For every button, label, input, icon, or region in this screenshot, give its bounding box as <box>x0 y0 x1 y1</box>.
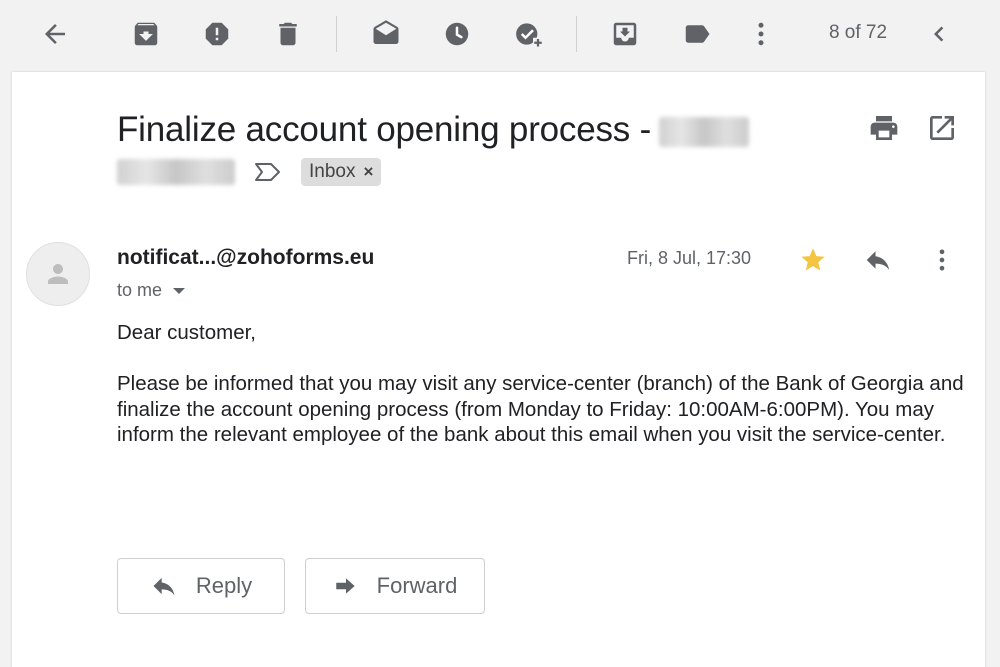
labels-button[interactable] <box>679 16 715 52</box>
print-icon <box>870 116 898 140</box>
reply-icon <box>153 577 175 596</box>
forward-label: Forward <box>376 573 458 598</box>
move-to-button[interactable] <box>607 16 643 52</box>
avatar[interactable] <box>26 242 90 306</box>
forward-button[interactable]: Forward <box>305 558 485 614</box>
sender-address[interactable]: notificat...@zohoforms.eu <box>117 246 374 270</box>
label-chip-inbox[interactable]: Inbox × <box>301 158 382 186</box>
subject-line: Finalize account opening process - <box>117 110 750 150</box>
message-date: Fri, 8 Jul, 17:30 <box>627 248 752 268</box>
envelope-open-icon <box>373 20 399 44</box>
delete-button[interactable] <box>270 16 306 52</box>
recipient-text: to me <box>117 280 163 300</box>
label-icon <box>685 25 710 43</box>
person-icon <box>48 264 68 284</box>
remove-label-icon[interactable]: × <box>363 162 373 182</box>
caret-down-icon <box>173 287 186 294</box>
reply-icon-button[interactable] <box>862 244 894 276</box>
redacted-name-2 <box>117 159 235 185</box>
open-in-new-window-button[interactable] <box>926 112 958 144</box>
label-chip-text: Inbox <box>309 161 356 182</box>
page-title: Finalize account opening process - <box>117 110 652 149</box>
move-to-inbox-icon <box>613 22 637 46</box>
message-body: Please be informed that you may visit an… <box>117 372 964 446</box>
back-button[interactable] <box>37 16 73 52</box>
archive-icon <box>134 22 158 46</box>
arrow-left-icon <box>45 24 65 44</box>
older-button[interactable] <box>921 16 957 52</box>
more-button[interactable] <box>743 16 779 52</box>
reply-icon <box>866 251 890 270</box>
mark-unread-button[interactable] <box>368 16 404 52</box>
message-more-button[interactable] <box>926 244 958 276</box>
redacted-name <box>659 117 750 147</box>
message-greeting: Dear customer, <box>117 321 256 344</box>
snooze-button[interactable] <box>439 16 475 52</box>
print-button[interactable] <box>868 112 900 144</box>
vertical-dots-icon <box>939 249 945 271</box>
importance-marker-icon[interactable] <box>253 160 283 184</box>
clock-icon <box>445 22 469 46</box>
add-task-button[interactable] <box>510 16 546 52</box>
star-button[interactable] <box>797 244 829 276</box>
open-in-new-icon <box>930 116 954 140</box>
toolbar: 8 of 72 <box>0 0 1000 68</box>
add-task-icon <box>516 23 543 48</box>
archive-button[interactable] <box>128 16 164 52</box>
reply-button[interactable]: Reply <box>117 558 285 614</box>
star-icon <box>801 248 825 271</box>
recipient-details-toggle[interactable]: to me <box>117 280 186 301</box>
trash-icon <box>279 22 297 46</box>
toolbar-divider <box>576 16 577 52</box>
chevron-left-icon <box>934 26 944 42</box>
toolbar-divider <box>336 16 337 52</box>
message-panel: Finalize account opening process - Inbox… <box>12 72 985 667</box>
forward-icon <box>335 578 355 594</box>
report-spam-icon <box>205 22 229 46</box>
reply-label: Reply <box>195 573 253 598</box>
subject-line-continued: Inbox × <box>117 158 382 186</box>
pager-count: 8 of 72 <box>828 22 888 43</box>
vertical-dots-icon <box>758 22 764 46</box>
report-spam-button[interactable] <box>199 16 235 52</box>
